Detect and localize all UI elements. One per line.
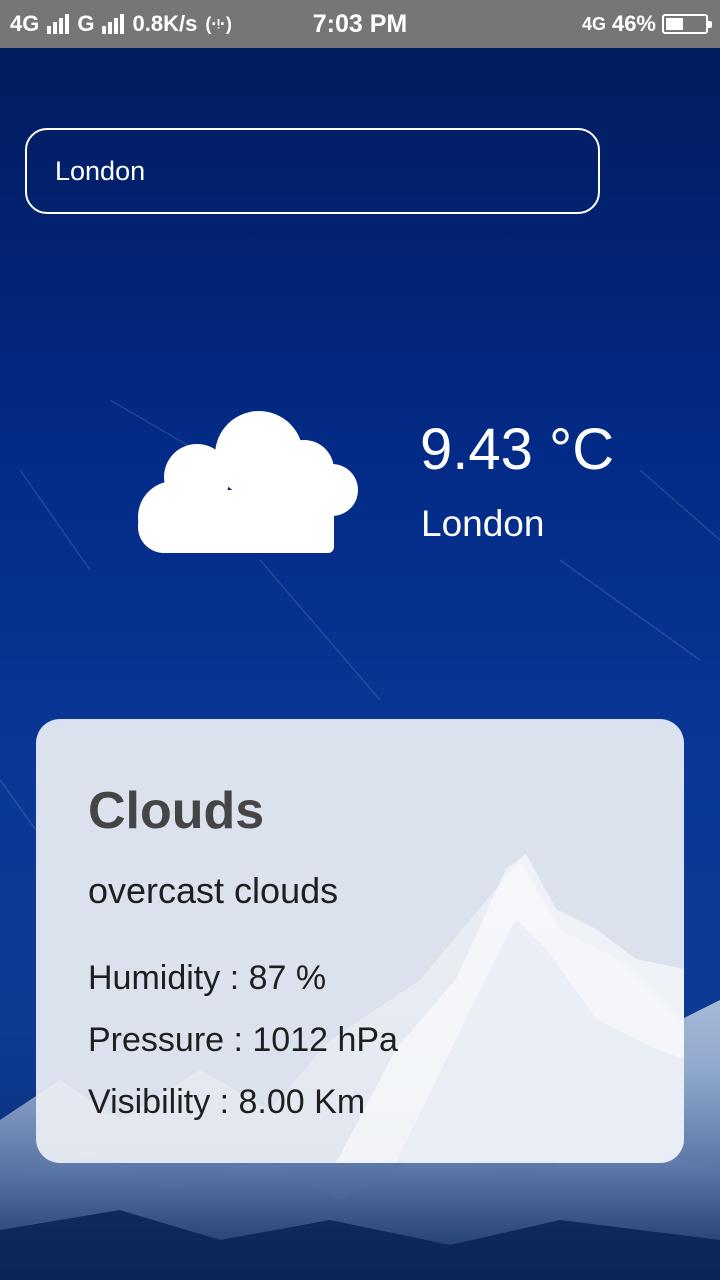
weather-details-card: Clouds overcast clouds Humidity : 87 % P…	[36, 719, 684, 1163]
network-type-right: 4G	[581, 13, 606, 34]
city-name: London	[421, 503, 545, 544]
pressure-text: Pressure : 1012 hPa	[88, 1021, 398, 1059]
battery-percent: 46%	[611, 11, 656, 36]
temperature: 9.43 °C	[420, 417, 615, 482]
cloud-icon	[138, 411, 358, 553]
humidity-text: Humidity : 87 %	[88, 959, 327, 997]
weather-screen: 4G G 0.8K/s (·ᵎ·) 7:03 PM 4G 46% London …	[0, 0, 720, 1280]
battery-icon	[662, 14, 712, 34]
weather-main: Clouds	[88, 782, 265, 840]
clock: 7:03 PM	[312, 9, 408, 38]
city-search-input[interactable]	[25, 128, 600, 214]
weather-description: overcast clouds	[88, 870, 339, 911]
battery-level	[666, 18, 684, 30]
status-bar: 4G G 0.8K/s (·ᵎ·) 7:03 PM 4G 46%	[0, 0, 720, 48]
visibility-text: Visibility : 8.00 Km	[88, 1083, 366, 1121]
